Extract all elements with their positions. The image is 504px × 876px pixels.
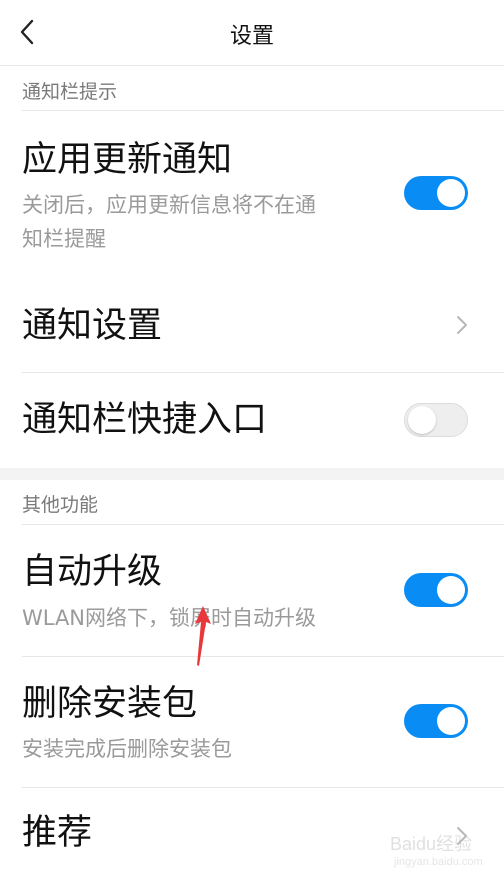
chevron-right-icon	[457, 316, 467, 334]
toggle-knob	[437, 707, 465, 735]
toggle-knob	[408, 406, 436, 434]
quick-entry-title: 通知栏快捷入口	[22, 400, 268, 440]
page-title: 设置	[229, 24, 274, 49]
red-arrow-annotation	[195, 606, 211, 666]
recommend-title: 推荐	[22, 813, 93, 853]
watermark-text: Baidu经验	[390, 834, 473, 854]
delete-package-toggle[interactable]	[404, 704, 468, 738]
delete-package-row[interactable]: 删除安装包 安装完成后删除安装包	[0, 657, 504, 787]
app-update-notification-row[interactable]: 应用更新通知 关闭后，应用更新信息将不在通 知栏提醒	[0, 111, 504, 277]
quick-entry-toggle[interactable]	[404, 403, 468, 437]
toggle-knob	[437, 576, 465, 604]
auto-upgrade-desc: WLAN网络下，锁屏时自动升级	[22, 606, 317, 630]
auto-upgrade-toggle[interactable]	[404, 573, 468, 607]
notification-settings-title: 通知设置	[22, 306, 163, 346]
notification-settings-row[interactable]: 通知设置	[0, 277, 504, 372]
section-header-other: 其他功能	[22, 494, 99, 516]
app-update-notification-title: 应用更新通知	[22, 140, 233, 180]
quick-entry-row[interactable]: 通知栏快捷入口	[0, 373, 504, 468]
app-update-notification-desc-1: 关闭后，应用更新信息将不在通	[22, 193, 316, 217]
section-gap	[0, 468, 504, 480]
app-update-notification-desc-2: 知栏提醒	[22, 227, 106, 251]
top-bar: 设置	[0, 0, 504, 66]
delete-package-title: 删除安装包	[22, 684, 198, 724]
toggle-knob	[437, 179, 465, 207]
delete-package-desc: 安装完成后删除安装包	[22, 737, 232, 761]
watermark-url: jingyan.baidu.com	[394, 856, 483, 868]
auto-upgrade-title: 自动升级	[22, 552, 163, 592]
section-header-notification: 通知栏提示	[22, 81, 118, 103]
auto-upgrade-row[interactable]: 自动升级 WLAN网络下，锁屏时自动升级	[0, 525, 504, 656]
baidu-watermark: Baidu经验 jingyan.baidu.com	[384, 820, 504, 876]
app-update-notification-toggle[interactable]	[404, 176, 468, 210]
